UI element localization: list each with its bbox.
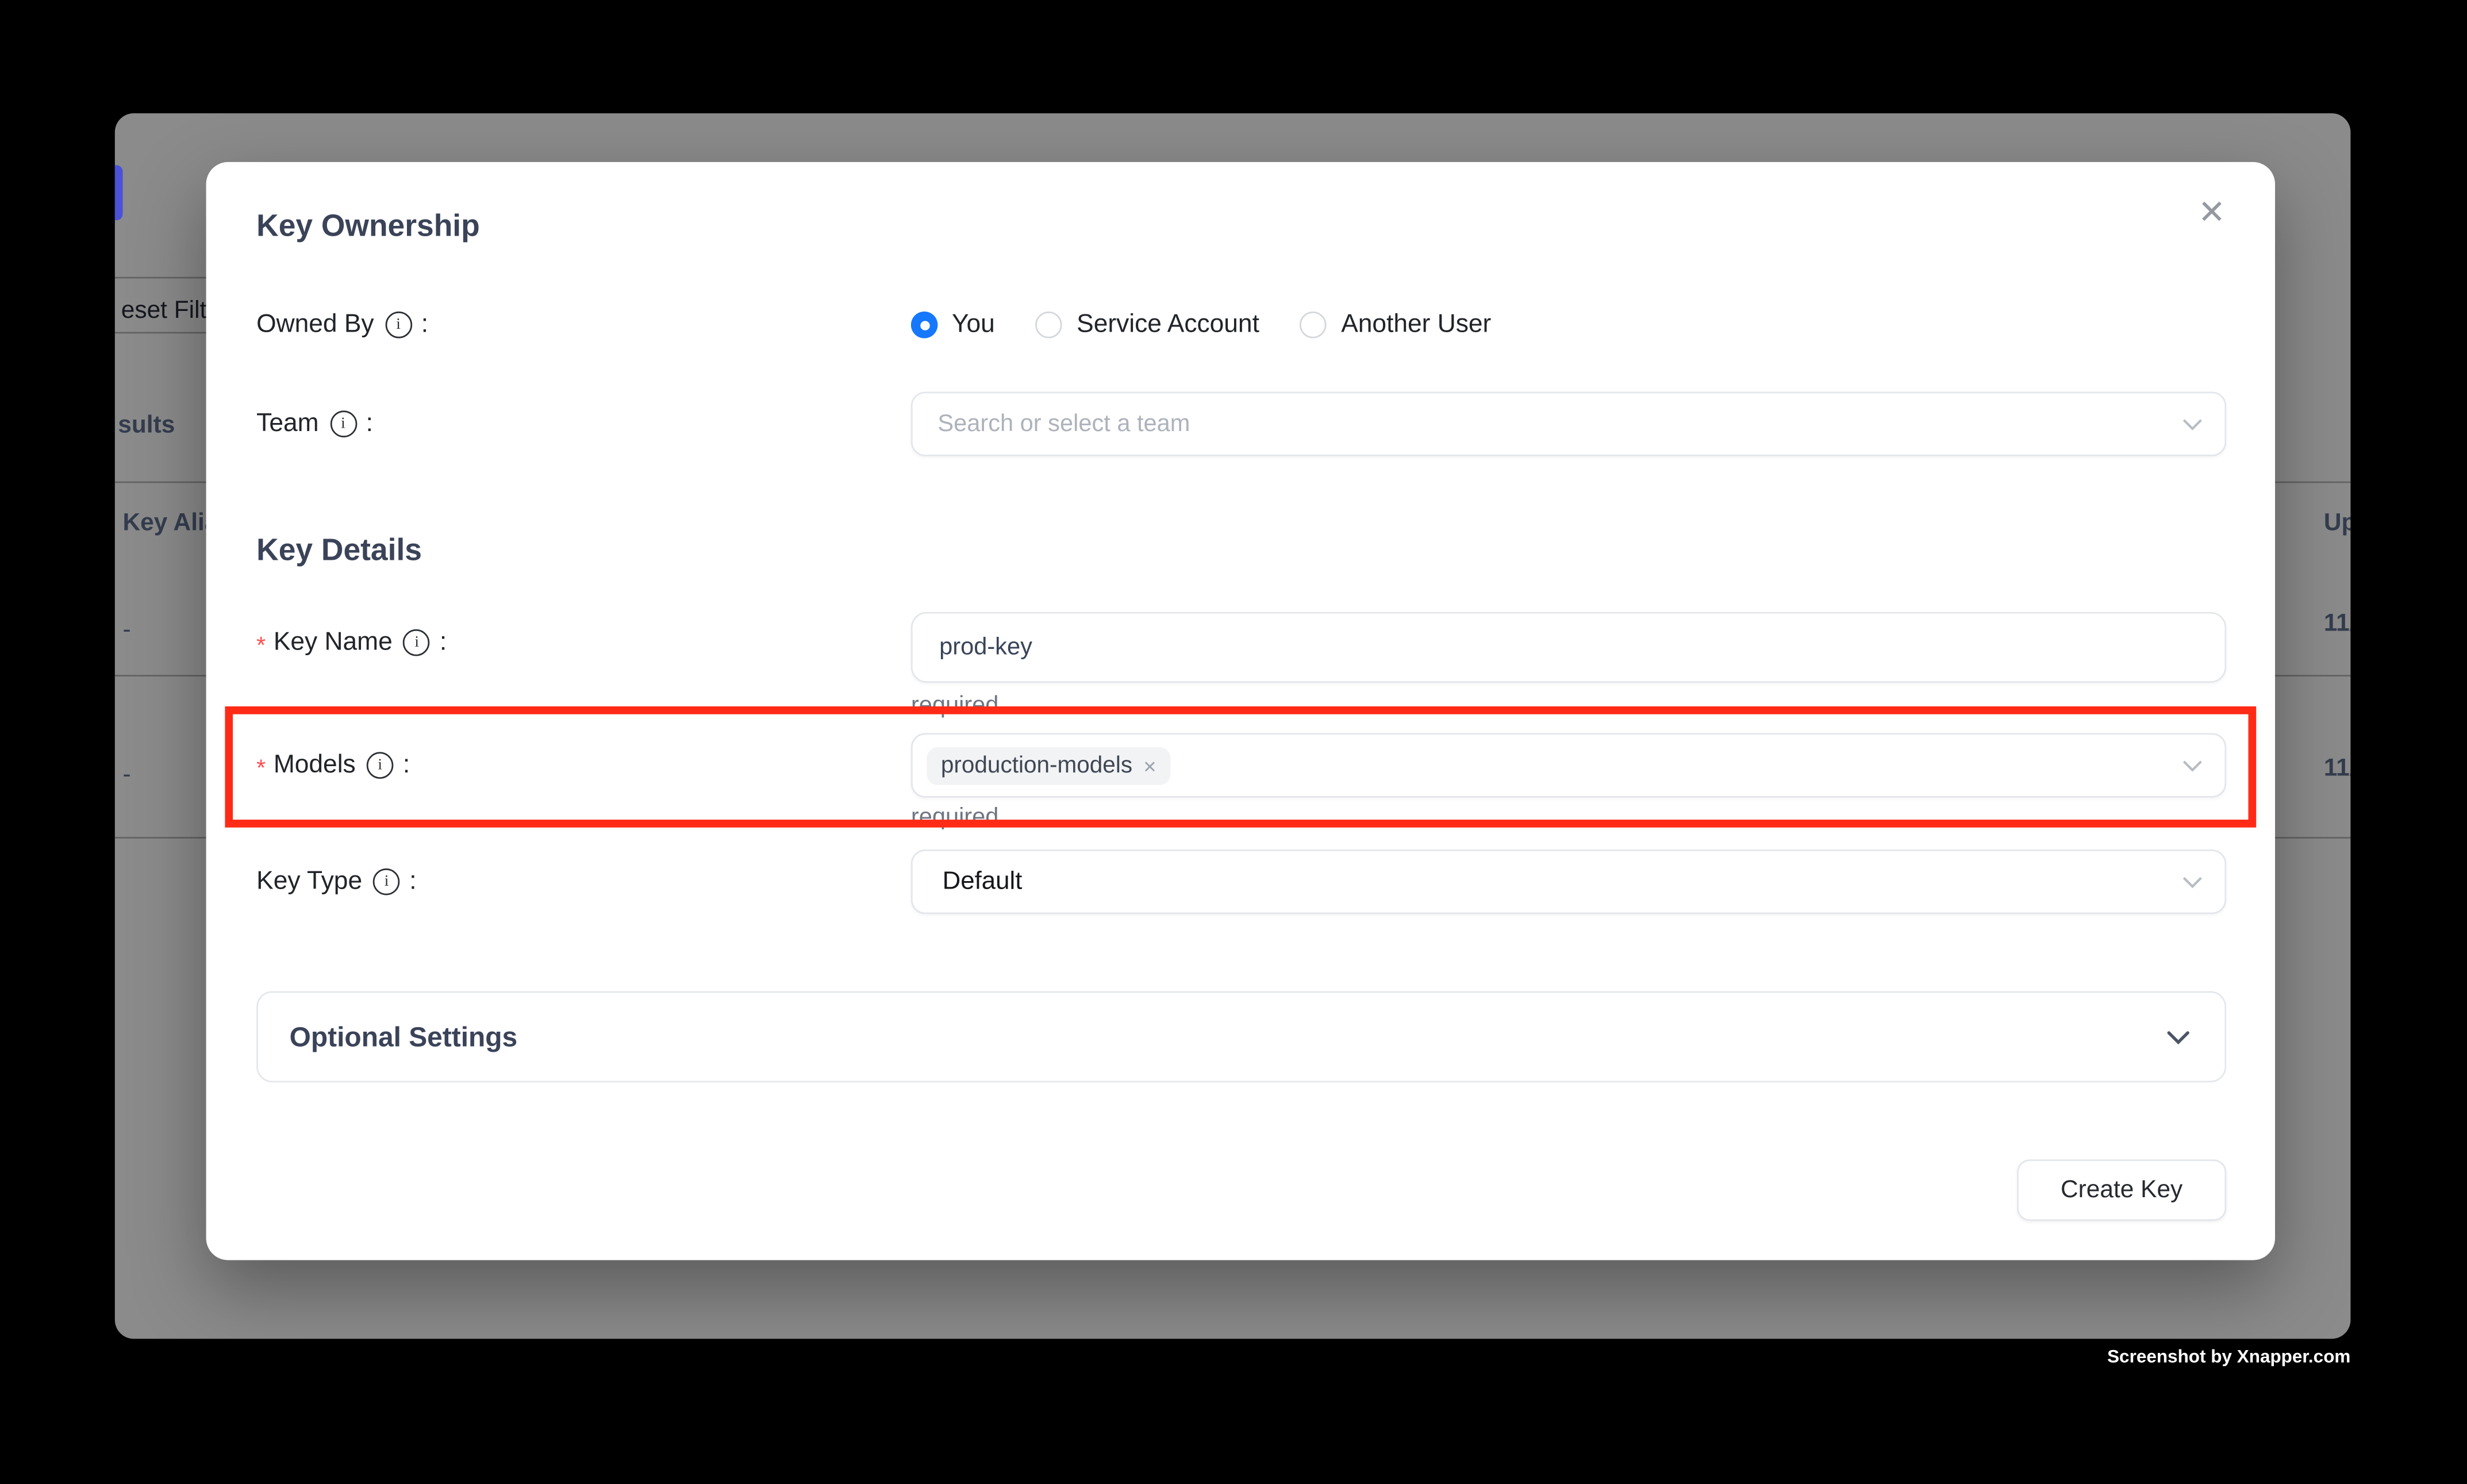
toolbar-divider (115, 277, 206, 279)
info-icon[interactable]: i (367, 752, 394, 779)
team-label-text: Team (256, 409, 318, 439)
label-colon: : (421, 310, 428, 340)
team-label: Team i : (256, 409, 373, 439)
owned-by-label: Owned By i : (256, 310, 428, 340)
radio-option-another-user[interactable]: Another User (1300, 310, 1491, 340)
radio-label: Another User (1341, 310, 1491, 340)
close-icon[interactable]: ✕ (2192, 190, 2232, 236)
column-header-updated: Up (2324, 510, 2351, 538)
create-key-button-fragment (115, 165, 123, 220)
key-type-value: Default (943, 868, 1023, 896)
key-type-label-text: Key Type (256, 867, 362, 897)
label-colon: : (403, 751, 410, 781)
key-details-title: Key Details (256, 533, 422, 570)
key-name-validation-message: required (911, 692, 999, 719)
create-key-button[interactable]: Create Key (2017, 1159, 2226, 1221)
model-tag: production-models × (927, 747, 1170, 785)
radio-option-you[interactable]: You (911, 310, 995, 340)
key-type-label: Key Type i : (256, 867, 416, 897)
key-type-select[interactable]: Default (911, 849, 2226, 914)
radio-option-service-account[interactable]: Service Account (1036, 310, 1259, 340)
info-icon[interactable]: i (404, 629, 431, 656)
chevron-down-icon (2182, 875, 2203, 888)
required-asterisk: * (256, 632, 266, 659)
key-ownership-title: Key Ownership (256, 209, 480, 245)
label-colon: : (440, 628, 447, 658)
create-key-button-label: Create Key (2061, 1176, 2182, 1204)
remove-tag-icon[interactable]: × (1143, 755, 1156, 776)
info-icon[interactable]: i (330, 410, 357, 437)
table-row-updated-cell: 11/ (2324, 610, 2351, 639)
radio-unselected-icon[interactable] (1300, 312, 1327, 339)
label-colon: : (409, 867, 416, 897)
table-row-alias-cell: - (123, 617, 131, 645)
table-row-alias-cell: - (123, 762, 131, 790)
key-name-label: * Key Name i : (256, 628, 447, 658)
radio-unselected-icon[interactable] (1036, 312, 1063, 339)
models-validation-message: required (911, 804, 999, 831)
optional-settings-accordion[interactable]: Optional Settings (256, 991, 2226, 1082)
models-label: * Models i : (256, 751, 410, 781)
models-multiselect[interactable]: production-models × (911, 733, 2226, 798)
chevron-down-icon (2166, 1030, 2190, 1044)
key-name-label-text: Key Name (274, 628, 393, 658)
chevron-down-icon (2182, 418, 2203, 430)
owned-by-radio-group: You Service Account Another User (911, 310, 1491, 340)
chevron-down-icon (2182, 759, 2203, 772)
team-select-placeholder: Search or select a team (937, 410, 1190, 437)
table-row-updated-cell: 11/ (2324, 755, 2351, 783)
required-asterisk: * (256, 755, 266, 782)
model-tag-label: production-models (941, 753, 1132, 778)
watermark-text: Screenshot by Xnapper.com (2107, 1348, 2350, 1367)
models-label-text: Models (274, 751, 356, 781)
column-header-key-alias: Key Alia (123, 510, 218, 538)
radio-label: You (952, 310, 995, 340)
owned-by-label-text: Owned By (256, 310, 374, 340)
key-name-value: prod-key (939, 634, 1032, 661)
radio-label: Service Account (1077, 310, 1259, 340)
radio-selected-icon[interactable] (911, 312, 938, 339)
screenshot-canvas: eset Filt sults Key Alia Up - 11/ - 11/ … (0, 0, 2467, 1483)
results-count-fragment: sults (118, 412, 175, 440)
team-select[interactable]: Search or select a team (911, 392, 2226, 456)
info-icon[interactable]: i (373, 868, 400, 895)
label-colon: : (366, 409, 373, 439)
create-key-modal: ✕ Key Ownership Owned By i : You Service… (206, 162, 2275, 1260)
optional-settings-title: Optional Settings (290, 1020, 518, 1053)
info-icon[interactable]: i (385, 312, 412, 339)
toolbar-divider (115, 332, 206, 335)
key-name-input[interactable]: prod-key (911, 612, 2226, 683)
reset-filters-button-fragment[interactable]: eset Filt (121, 297, 207, 325)
